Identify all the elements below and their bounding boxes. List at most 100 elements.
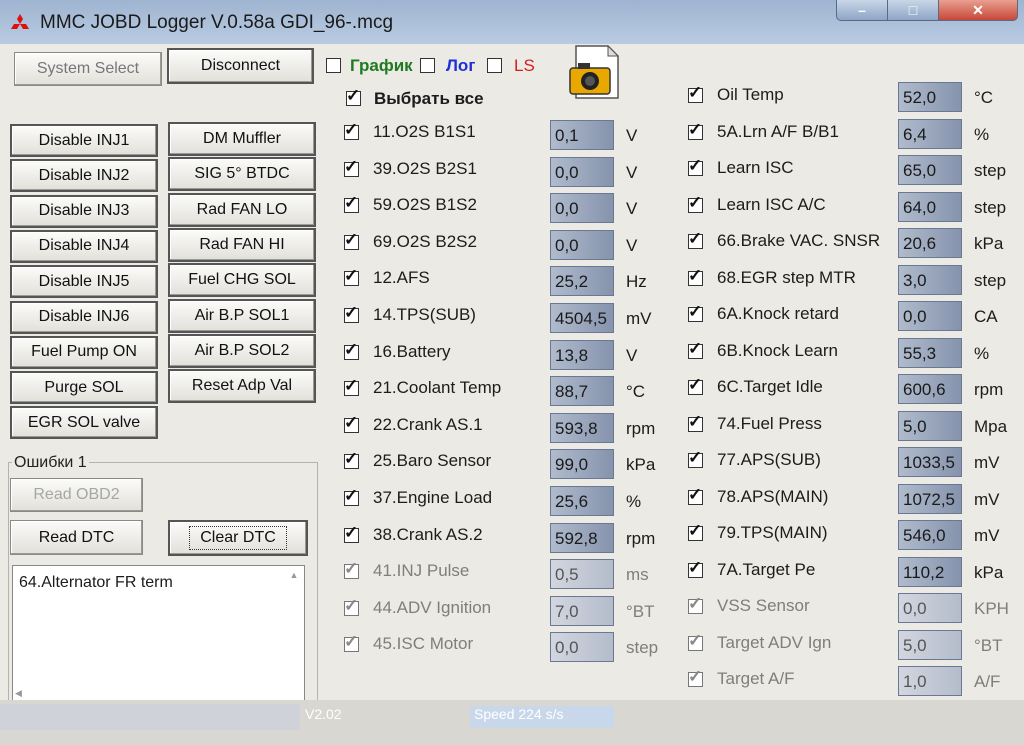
sensor-label: 37.Engine Load xyxy=(373,488,493,507)
left-action-button[interactable]: Disable INJ6 xyxy=(10,300,158,334)
sensor-value: 88,7 xyxy=(550,376,614,407)
sensor-unit: rpm xyxy=(626,528,656,548)
sensor-checkbox[interactable] xyxy=(344,340,359,360)
sensor-checkbox[interactable] xyxy=(688,156,703,176)
sensor-checkbox[interactable] xyxy=(688,558,703,578)
sensor-unit: kPa xyxy=(626,455,656,475)
mid-action-button[interactable]: SIG 5° BTDC xyxy=(168,157,316,192)
mid-action-button[interactable]: Fuel CHG SOL xyxy=(168,263,316,298)
ls-checkbox[interactable] xyxy=(487,58,502,73)
sensor-label: 5A.Lrn A/F B/B1 xyxy=(717,121,839,141)
sensor-value: 52,0 xyxy=(898,82,962,112)
sensor-unit: V xyxy=(626,345,638,365)
sensor-checkbox[interactable] xyxy=(688,302,703,322)
sensor-unit: % xyxy=(974,343,990,363)
status-bar: V2.02 Speed 224 s/s xyxy=(0,700,1024,745)
mid-action-button[interactable]: Air B.P SOL1 xyxy=(168,298,316,333)
sensor-checkbox[interactable] xyxy=(344,486,359,506)
sensor-checkbox[interactable] xyxy=(688,83,703,103)
scroll-left-icon[interactable]: ◀ xyxy=(15,688,285,699)
scroll-up-icon[interactable]: ▲ xyxy=(286,570,302,580)
left-action-button[interactable]: Purge SOL xyxy=(10,371,158,405)
sensor-value: 600,6 xyxy=(898,374,962,404)
sensor-checkbox[interactable] xyxy=(344,376,359,397)
dtc-horizontal-scrollbar[interactable]: ◀ xyxy=(15,688,285,700)
sensor-checkbox[interactable] xyxy=(344,230,359,250)
read-dtc-button[interactable]: Read DTC xyxy=(10,520,143,555)
sensor-unit: °C xyxy=(974,88,994,107)
sensor-value: 99,0 xyxy=(550,449,614,480)
sensor-label: 6B.Knock Learn xyxy=(717,340,838,360)
sensor-unit: step xyxy=(974,270,1007,290)
sensor-checkbox[interactable] xyxy=(688,375,703,395)
left-action-button[interactable]: Disable INJ1 xyxy=(10,124,158,157)
sensor-checkbox[interactable] xyxy=(688,193,703,213)
left-action-button[interactable]: Disable INJ2 xyxy=(10,159,158,193)
sensor-checkbox[interactable] xyxy=(344,413,359,433)
mid-action-button[interactable]: Reset Adp Val xyxy=(168,369,316,404)
dtc-list[interactable]: 64.Alternator FR term ▲ ◀ xyxy=(12,565,305,703)
sensor-unit: % xyxy=(974,124,990,144)
sensor-checkbox[interactable] xyxy=(688,120,703,140)
sensor-label: 6C.Target Idle xyxy=(717,377,823,396)
mid-action-button[interactable]: Air B.P SOL2 xyxy=(168,333,316,368)
sensor-checkbox[interactable] xyxy=(344,266,359,287)
camera-icon[interactable] xyxy=(568,44,624,100)
sensor-label: 68.EGR step MTR xyxy=(717,267,856,287)
sensor-value: 5,0 xyxy=(898,410,962,441)
sensor-unit: kPa xyxy=(974,562,1004,582)
clear-dtc-button[interactable]: Clear DTC xyxy=(168,520,308,556)
select-all-checkbox[interactable] xyxy=(346,86,361,106)
sensor-checkbox[interactable] xyxy=(688,667,703,687)
sensor-checkbox[interactable] xyxy=(344,449,359,470)
left-action-button[interactable]: Disable INJ3 xyxy=(10,194,158,228)
sensor-unit: A/F xyxy=(974,672,1001,691)
left-action-button[interactable]: Disable INJ4 xyxy=(10,229,158,263)
sensor-value: 546,0 xyxy=(898,520,962,550)
read-obd2-button[interactable]: Read OBD2 xyxy=(10,478,143,512)
sensor-checkbox[interactable] xyxy=(688,521,703,541)
sensor-label: 79.TPS(MAIN) xyxy=(717,523,828,542)
sensor-checkbox[interactable] xyxy=(344,559,359,580)
sensor-value: 25,6 xyxy=(550,486,614,516)
status-version: V2.02 xyxy=(305,706,342,722)
graph-checkbox[interactable] xyxy=(326,58,341,73)
mid-action-button[interactable]: DM Muffler xyxy=(168,122,316,156)
sensor-checkbox[interactable] xyxy=(688,339,703,359)
select-all-label: Выбрать все xyxy=(374,89,484,108)
sensor-checkbox[interactable] xyxy=(344,193,359,214)
sensor-unit: °BT xyxy=(974,635,1003,655)
sensor-checkbox[interactable] xyxy=(688,266,703,286)
sensor-checkbox[interactable] xyxy=(344,303,359,323)
sensor-checkbox[interactable] xyxy=(344,120,359,140)
sensor-unit: mV xyxy=(974,489,1000,509)
sensor-label: 39.O2S B2S1 xyxy=(373,158,477,178)
mitsubishi-logo-icon xyxy=(11,14,29,29)
left-action-button[interactable]: Disable INJ5 xyxy=(10,265,158,299)
sensor-checkbox[interactable] xyxy=(344,596,359,616)
sensor-unit: rpm xyxy=(974,380,1004,399)
sensor-checkbox[interactable] xyxy=(688,485,703,505)
sensor-checkbox[interactable] xyxy=(688,631,703,651)
sensor-checkbox[interactable] xyxy=(344,523,359,543)
maximize-button[interactable]: □ xyxy=(887,0,939,21)
minimize-button[interactable]: – xyxy=(836,0,888,21)
sensor-checkbox[interactable] xyxy=(688,412,703,432)
sensor-checkbox[interactable] xyxy=(344,632,359,653)
left-action-button[interactable]: EGR SOL valve xyxy=(10,406,158,440)
log-checkbox[interactable] xyxy=(420,58,435,73)
mid-action-button[interactable]: Rad FAN HI xyxy=(168,227,316,262)
sensor-checkbox[interactable] xyxy=(344,157,359,177)
mid-action-button[interactable]: Rad FAN LO xyxy=(168,192,316,227)
disconnect-button[interactable]: Disconnect xyxy=(167,48,314,84)
sensor-label: 12.AFS xyxy=(373,268,430,288)
left-action-button[interactable]: Fuel Pump ON xyxy=(10,335,158,369)
sensor-checkbox[interactable] xyxy=(688,448,703,468)
sensor-checkbox[interactable] xyxy=(688,229,703,249)
dtc-vertical-scrollbar[interactable]: ▲ xyxy=(286,570,302,690)
sensor-unit: Mpa xyxy=(974,416,1008,436)
sensor-label: 66.Brake VAC. SNSR xyxy=(717,231,881,250)
close-button[interactable]: ✕ xyxy=(938,0,1018,21)
sensor-checkbox[interactable] xyxy=(688,594,703,614)
system-select-button[interactable]: System Select xyxy=(14,52,162,86)
